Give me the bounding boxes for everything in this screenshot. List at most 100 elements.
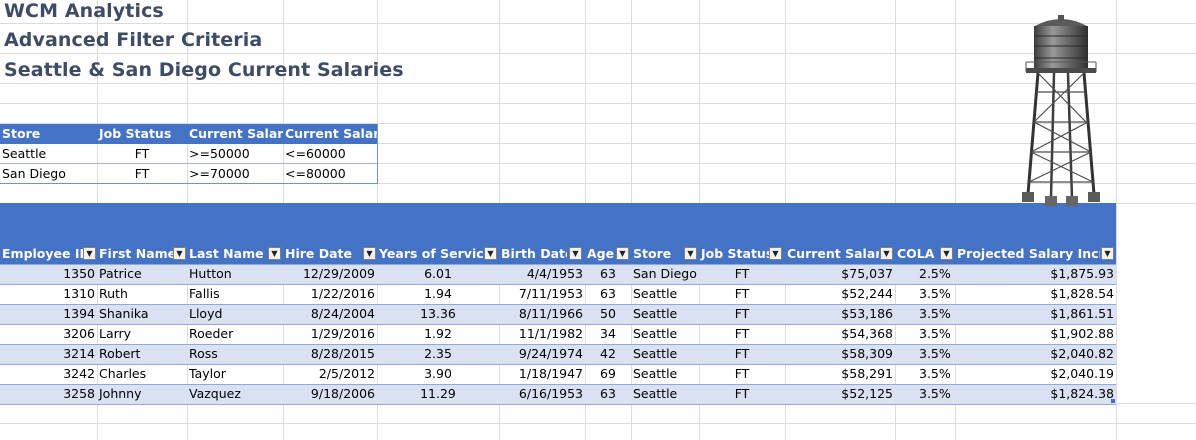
cell-store[interactable]: Seattle	[631, 284, 699, 304]
cell-hire-date[interactable]: 2/5/2012	[283, 364, 377, 384]
cell-current-salary[interactable]: $58,309	[785, 344, 895, 364]
filter-dropdown-icon[interactable]: ▼	[484, 247, 497, 260]
water-tower-image[interactable]	[1016, 12, 1106, 208]
col-header-store[interactable]: Store	[631, 244, 681, 264]
cell-age[interactable]: 63	[585, 384, 631, 404]
cell-projected-salary-increase[interactable]: $2,040.19	[955, 364, 1116, 384]
criteria-cell-job-status[interactable]: FT	[97, 164, 187, 184]
col-header-birth-date[interactable]: Birth Date	[499, 244, 567, 264]
cell-hire-date[interactable]: 1/29/2016	[283, 324, 377, 344]
cell-current-salary[interactable]: $53,186	[785, 304, 895, 324]
cell-current-salary[interactable]: $75,037	[785, 264, 895, 284]
cell-cola[interactable]: 3.5%	[895, 364, 955, 384]
cell-cola[interactable]: 2.5%	[895, 264, 955, 284]
cell-current-salary[interactable]: $52,125	[785, 384, 895, 404]
criteria-cell-store[interactable]: San Diego	[0, 164, 97, 184]
cell-current-salary[interactable]: $54,368	[785, 324, 895, 344]
cell-store[interactable]: Seattle	[631, 344, 699, 364]
cell-birth-date[interactable]: 8/11/1966	[499, 304, 585, 324]
cell-birth-date[interactable]: 1/18/1947	[499, 364, 585, 384]
cell-employee-id[interactable]: 3214	[0, 344, 97, 364]
col-header-projected-salary-increase[interactable]: Projected Salary Increa	[955, 244, 1100, 264]
cell-years-of-service[interactable]: 2.35	[377, 344, 499, 364]
cell-projected-salary-increase[interactable]: $1,828.54	[955, 284, 1116, 304]
cell-projected-salary-increase[interactable]: $1,824.38	[955, 384, 1116, 404]
filter-dropdown-icon[interactable]: ▼	[569, 247, 582, 260]
criteria-cell-salary-min[interactable]: >=70000	[187, 164, 283, 184]
cell-cola[interactable]: 3.5%	[895, 384, 955, 404]
cell-age[interactable]: 63	[585, 264, 631, 284]
cell-cola[interactable]: 3.5%	[895, 324, 955, 344]
cell-first-name[interactable]: Charles	[97, 364, 187, 384]
cell-job-status[interactable]: FT	[699, 304, 785, 324]
filter-sort-icon[interactable]: ▼	[268, 247, 281, 260]
filter-dropdown-icon[interactable]: ▼	[940, 247, 953, 260]
cell-last-name[interactable]: Ross	[187, 344, 283, 364]
cell-store[interactable]: Seattle	[631, 324, 699, 344]
cell-birth-date[interactable]: 6/16/1953	[499, 384, 585, 404]
cell-current-salary[interactable]: $58,291	[785, 364, 895, 384]
cell-job-status[interactable]: FT	[699, 364, 785, 384]
cell-first-name[interactable]: Larry	[97, 324, 187, 344]
filter-dropdown-icon[interactable]: ▼	[880, 247, 893, 260]
cell-first-name[interactable]: Shanika	[97, 304, 187, 324]
cell-first-name[interactable]: Johnny	[97, 384, 187, 404]
filter-dropdown-icon[interactable]: ▼	[363, 247, 376, 260]
criteria-cell-salary-max[interactable]: <=80000	[283, 164, 378, 184]
cell-store[interactable]: San Diego	[631, 264, 699, 284]
cell-projected-salary-increase[interactable]: $1,875.93	[955, 264, 1116, 284]
filter-dropdown-icon[interactable]: ▼	[173, 247, 186, 260]
filter-sort-icon[interactable]: ▼	[684, 247, 697, 260]
filter-dropdown-icon[interactable]: ▼	[769, 247, 782, 260]
cell-employee-id[interactable]: 3242	[0, 364, 97, 384]
col-header-job-status[interactable]: Job Status	[699, 244, 769, 264]
cell-employee-id[interactable]: 3206	[0, 324, 97, 344]
cell-age[interactable]: 34	[585, 324, 631, 344]
cell-projected-salary-increase[interactable]: $2,040.82	[955, 344, 1116, 364]
cell-store[interactable]: Seattle	[631, 304, 699, 324]
cell-birth-date[interactable]: 11/1/1982	[499, 324, 585, 344]
cell-hire-date[interactable]: 8/24/2004	[283, 304, 377, 324]
cell-hire-date[interactable]: 1/22/2016	[283, 284, 377, 304]
cell-last-name[interactable]: Vazquez	[187, 384, 283, 404]
col-header-hire-date[interactable]: Hire Date	[283, 244, 361, 264]
criteria-cell-salary-max[interactable]: <=60000	[283, 144, 378, 164]
cell-first-name[interactable]: Ruth	[97, 284, 187, 304]
cell-employee-id[interactable]: 1350	[0, 264, 97, 284]
cell-job-status[interactable]: FT	[699, 264, 785, 284]
cell-age[interactable]: 63	[585, 284, 631, 304]
cell-store[interactable]: Seattle	[631, 364, 699, 384]
criteria-cell-store[interactable]: Seattle	[0, 144, 97, 164]
cell-store[interactable]: Seattle	[631, 384, 699, 404]
cell-job-status[interactable]: FT	[699, 384, 785, 404]
cell-years-of-service[interactable]: 11.29	[377, 384, 499, 404]
cell-age[interactable]: 50	[585, 304, 631, 324]
col-header-employee-id[interactable]: Employee ID	[0, 244, 83, 264]
col-header-first-name[interactable]: First Name	[97, 244, 173, 264]
col-header-last-name[interactable]: Last Name	[187, 244, 267, 264]
cell-age[interactable]: 69	[585, 364, 631, 384]
filter-sort-icon[interactable]: ▼	[83, 247, 96, 260]
cell-years-of-service[interactable]: 6.01	[377, 264, 499, 284]
cell-projected-salary-increase[interactable]: $1,902.88	[955, 324, 1116, 344]
cell-years-of-service[interactable]: 1.94	[377, 284, 499, 304]
cell-cola[interactable]: 3.5%	[895, 304, 955, 324]
cell-job-status[interactable]: FT	[699, 324, 785, 344]
cell-years-of-service[interactable]: 1.92	[377, 324, 499, 344]
cell-employee-id[interactable]: 1394	[0, 304, 97, 324]
cell-hire-date[interactable]: 8/28/2015	[283, 344, 377, 364]
cell-birth-date[interactable]: 7/11/1953	[499, 284, 585, 304]
cell-years-of-service[interactable]: 13.36	[377, 304, 499, 324]
cell-years-of-service[interactable]: 3.90	[377, 364, 499, 384]
cell-job-status[interactable]: FT	[699, 284, 785, 304]
cell-cola[interactable]: 3.5%	[895, 284, 955, 304]
col-header-years-of-service[interactable]: Years of Service	[377, 244, 483, 264]
criteria-cell-salary-min[interactable]: >=50000	[187, 144, 283, 164]
cell-hire-date[interactable]: 9/18/2006	[283, 384, 377, 404]
filter-dropdown-icon[interactable]: ▼	[1101, 247, 1114, 260]
col-header-cola[interactable]: COLA	[895, 244, 939, 264]
cell-current-salary[interactable]: $52,244	[785, 284, 895, 304]
cell-last-name[interactable]: Hutton	[187, 264, 283, 284]
cell-first-name[interactable]: Patrice	[97, 264, 187, 284]
cell-first-name[interactable]: Robert	[97, 344, 187, 364]
